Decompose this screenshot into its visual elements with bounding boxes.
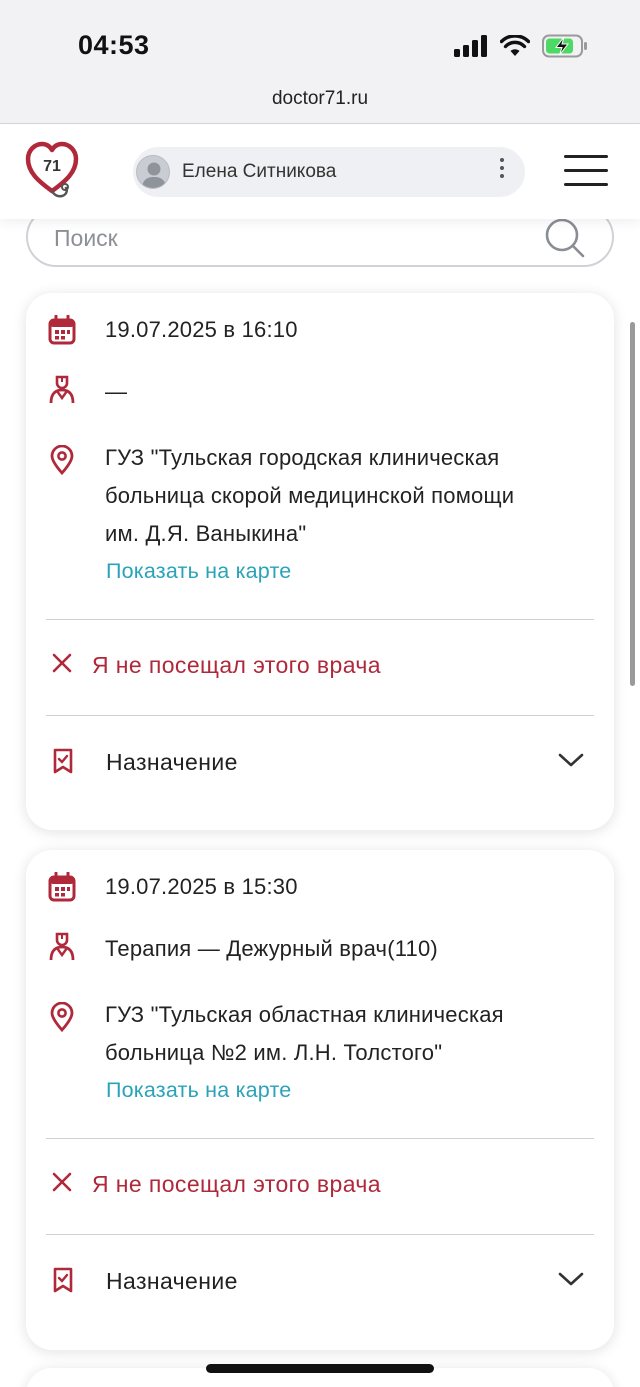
close-icon xyxy=(52,1172,72,1192)
doctor71-logo[interactable]: 71 xyxy=(24,141,80,201)
search-input[interactable] xyxy=(54,221,534,255)
home-indicator xyxy=(206,1364,434,1373)
assignment-toggle[interactable]: Назначение xyxy=(106,749,238,776)
assignment-toggle[interactable]: Назначение xyxy=(106,1268,238,1295)
show-on-map-link[interactable]: Показать на карте xyxy=(106,559,291,584)
doctor-icon xyxy=(49,375,75,404)
browser-chrome: 04:53 doctor71.ru xyxy=(0,0,640,124)
wifi-icon xyxy=(500,35,530,56)
search-icon[interactable] xyxy=(544,217,586,259)
divider xyxy=(46,715,594,716)
more-options-icon[interactable] xyxy=(499,157,505,179)
location-pin-icon xyxy=(50,445,74,475)
hamburger-menu-icon[interactable] xyxy=(564,155,608,189)
organization-line: им. Д.Я. Ваныкина" xyxy=(105,521,307,546)
bookmark-check-icon xyxy=(53,1267,73,1293)
show-on-map-link[interactable]: Показать на карте xyxy=(106,1078,291,1103)
divider xyxy=(46,1138,594,1139)
visit-datetime: 19.07.2025 в 15:30 xyxy=(105,874,298,899)
organization-line: больница №2 им. Л.Н. Толстого" xyxy=(105,1040,443,1065)
site-header: 71 Елена Ситникова xyxy=(0,125,640,219)
status-icons xyxy=(454,34,588,58)
visit-card: 19.07.2025 в 15:30 Терапия — Дежурный вр… xyxy=(26,850,614,1350)
visit-card: 19.07.2025 в 16:10 — ГУЗ "Тульская город… xyxy=(26,293,614,830)
visit-specialty: Терапия — Дежурный врач(110) xyxy=(105,936,438,961)
status-time: 04:53 xyxy=(78,30,150,60)
user-name: Елена Ситникова xyxy=(182,161,337,182)
battery-charging-icon xyxy=(542,34,587,58)
user-profile-pill[interactable]: Елена Ситникова xyxy=(133,147,525,197)
logo-text: 71 xyxy=(43,158,61,175)
cellular-signal-icon xyxy=(454,35,487,57)
not-visited-button[interactable]: Я не посещал этого врача xyxy=(92,652,381,679)
close-icon xyxy=(52,653,72,673)
divider xyxy=(46,1234,594,1235)
scrollbar[interactable] xyxy=(630,322,635,686)
visit-datetime-row: 19.07.2025 в 16:10 xyxy=(26,311,614,351)
organization-line: ГУЗ "Тульская городская клиническая xyxy=(105,445,500,470)
visit-datetime-row: 19.07.2025 в 15:30 xyxy=(26,868,614,908)
not-visited-button[interactable]: Я не посещал этого врача xyxy=(92,1171,381,1198)
chevron-down-icon[interactable] xyxy=(558,1271,584,1287)
chevron-down-icon[interactable] xyxy=(558,752,584,768)
user-avatar-icon xyxy=(142,162,166,188)
doctor-icon xyxy=(49,932,75,961)
organization-line: больница скорой медицинской помощи xyxy=(105,483,515,508)
visit-datetime: 19.07.2025 в 16:10 xyxy=(105,317,298,342)
calendar-icon xyxy=(48,872,76,902)
visit-specialty-row: — xyxy=(26,373,614,413)
bookmark-check-icon xyxy=(53,748,73,774)
visit-specialty-row: Терапия — Дежурный врач(110) xyxy=(26,930,614,970)
calendar-icon xyxy=(48,315,76,345)
organization-line: ГУЗ "Тульская областная клиническая xyxy=(105,1002,504,1027)
address-bar-url[interactable]: doctor71.ru xyxy=(0,88,640,110)
divider xyxy=(46,619,594,620)
visit-specialty: — xyxy=(105,379,128,404)
location-pin-icon xyxy=(50,1002,74,1032)
avatar xyxy=(136,155,170,189)
